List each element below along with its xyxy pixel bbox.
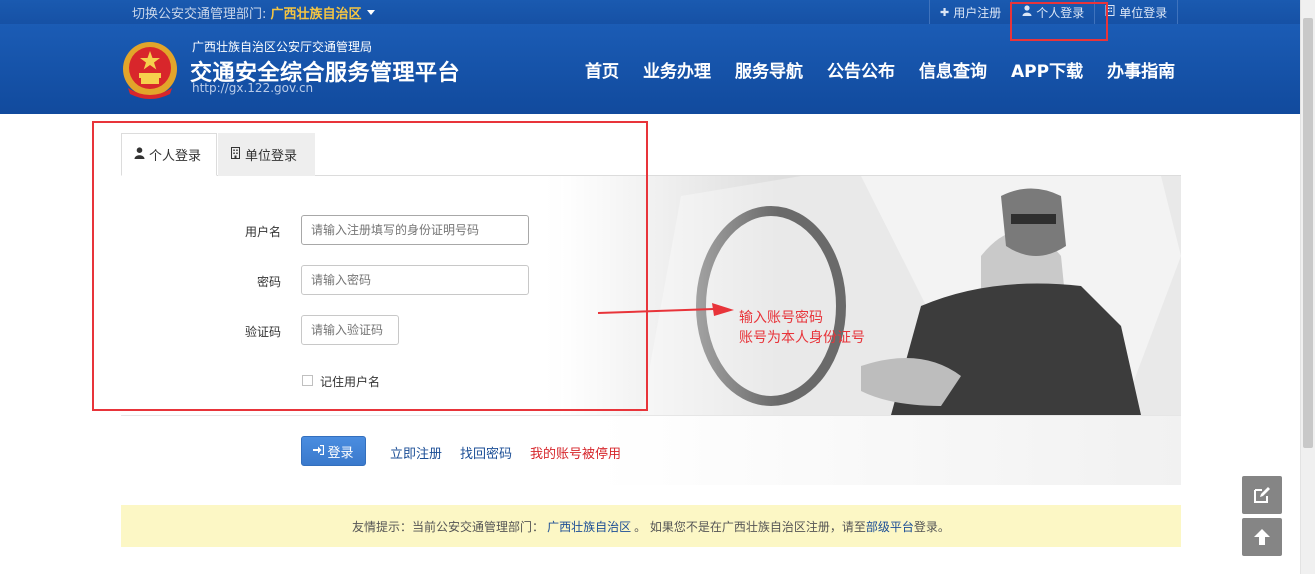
sign-in-icon bbox=[313, 444, 325, 458]
annotation-text: 输入账号密码 账号为本人身份证号 bbox=[739, 308, 865, 348]
plus-icon: ✚ bbox=[940, 5, 950, 19]
site-url: http://gx.122.gov.cn bbox=[192, 81, 314, 95]
recover-password-link[interactable]: 找回密码 bbox=[460, 443, 512, 462]
register-link-label: 用户注册 bbox=[953, 5, 1002, 20]
nav-app-download[interactable]: APP下载 bbox=[999, 57, 1095, 82]
nav-info-query[interactable]: 信息查询 bbox=[907, 57, 999, 82]
national-emblem-icon bbox=[123, 42, 177, 99]
login-button[interactable]: 登录 bbox=[301, 436, 366, 466]
nav-notice[interactable]: 公告公布 bbox=[815, 57, 907, 82]
annotation-line-1: 输入账号密码 bbox=[739, 310, 823, 326]
bureau-subtitle: 广西壮族自治区公安厅交通管理局 bbox=[192, 40, 373, 54]
notice-dept: 广西壮族自治区 bbox=[547, 519, 632, 534]
account-disabled-link[interactable]: 我的账号被停用 bbox=[530, 443, 621, 462]
unit-login-link-label: 单位登录 bbox=[1119, 5, 1168, 20]
page-scrollbar[interactable] bbox=[1300, 0, 1315, 574]
dept-switch-label: 切换公安交通管理部门: bbox=[132, 7, 271, 22]
dept-name: 广西壮族自治区 bbox=[270, 7, 362, 22]
annotation-box-personal-login bbox=[1010, 2, 1108, 41]
notice-middle: 。 如果您不是在广西壮族自治区注册，请至 bbox=[634, 519, 866, 534]
register-link[interactable]: ✚ 用户注册 bbox=[929, 0, 1011, 24]
notice-prefix: 友情提示：当前公安交通管理部门： bbox=[352, 519, 545, 534]
arrow-up-icon bbox=[1254, 529, 1270, 545]
edit-icon bbox=[1254, 487, 1270, 503]
caret-down-icon bbox=[366, 10, 375, 15]
nav-service-guide[interactable]: 服务导航 bbox=[723, 57, 815, 82]
back-to-top-button[interactable] bbox=[1242, 518, 1282, 556]
scrollbar-thumb[interactable] bbox=[1303, 18, 1313, 448]
main-nav: 首页 业务办理 服务导航 公告公布 信息查询 APP下载 办事指南 bbox=[573, 57, 1187, 82]
ministry-platform-link[interactable]: 部级平台 bbox=[866, 518, 914, 535]
annotation-box-login-form bbox=[92, 121, 648, 411]
nav-guide[interactable]: 办事指南 bbox=[1095, 57, 1187, 82]
login-actions: 登录 立即注册 找回密码 我的账号被停用 bbox=[121, 415, 1181, 485]
nav-business[interactable]: 业务办理 bbox=[631, 57, 723, 82]
annotation-arrow-icon bbox=[597, 303, 734, 316]
login-button-label: 登录 bbox=[327, 445, 354, 461]
dept-switcher[interactable]: 切换公安交通管理部门: 广西壮族自治区 bbox=[132, 3, 375, 22]
register-now-link[interactable]: 立即注册 bbox=[390, 443, 442, 462]
driver-background-image bbox=[561, 176, 1181, 415]
annotation-line-2: 账号为本人身份证号 bbox=[739, 330, 865, 346]
notice-bar: 友情提示：当前公安交通管理部门： 广西壮族自治区 。 如果您不是在广西壮族自治区… bbox=[121, 505, 1181, 547]
notice-suffix: 登录。 bbox=[913, 519, 950, 534]
feedback-button[interactable] bbox=[1242, 476, 1282, 514]
nav-home[interactable]: 首页 bbox=[573, 57, 631, 82]
